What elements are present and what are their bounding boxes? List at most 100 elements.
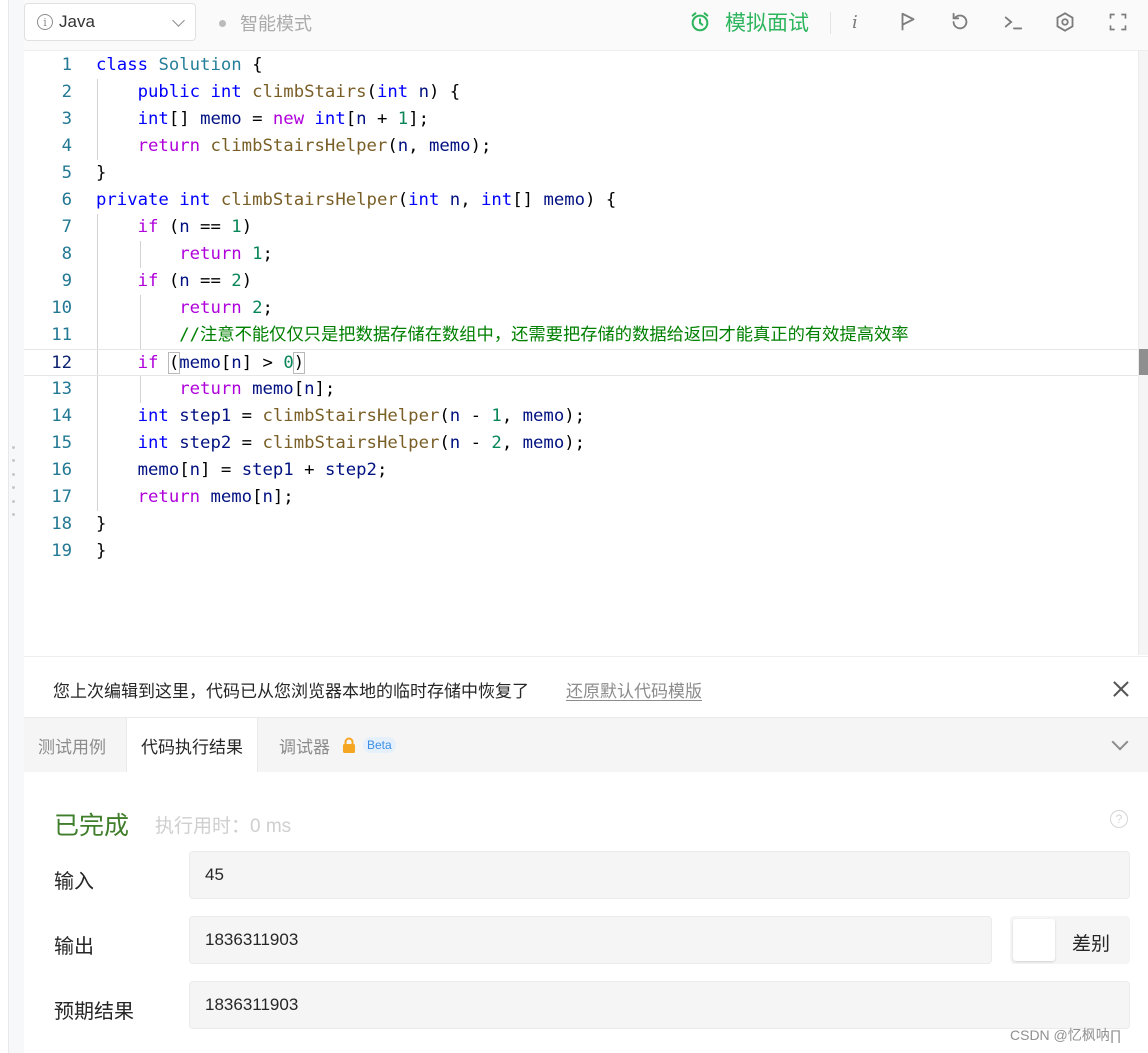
language-select[interactable]: i Java [24, 3, 196, 41]
beta-badge: Beta [363, 737, 396, 753]
smart-mode-label: 智能模式 [240, 14, 312, 34]
code-text: } [96, 163, 107, 183]
restore-default-template-link[interactable]: 还原默认代码模版 [566, 677, 702, 702]
diff-toggle[interactable]: 差别 [1010, 916, 1130, 964]
code-line: 8 return 1; [24, 241, 1138, 268]
reset-icon[interactable] [948, 10, 972, 34]
code-text: int step2 = climbStairsHelper(n - 2, mem… [137, 433, 586, 453]
output-value-field: 1836311903 [189, 916, 992, 964]
code-line: 18} [24, 511, 1138, 538]
line-number: 11 [51, 325, 72, 345]
console-tabs: 测试用例 代码执行结果 调试器 Beta [24, 717, 1148, 773]
expected-value-field: 1836311903 [189, 981, 1130, 1029]
status-dot-icon [219, 19, 226, 27]
code-line: 1 class Solution { [24, 52, 1138, 79]
code-text: int step1 = climbStairsHelper(n - 1, mem… [137, 406, 586, 426]
chevron-down-icon[interactable] [1111, 733, 1129, 751]
drag-dot [12, 446, 15, 449]
code-line: 11 //注意不能仅仅只是把数据存储在数组中，还需要把存储的数据给返回才能真正的… [24, 322, 1138, 349]
code-line: 13 return memo[n]; [24, 376, 1138, 403]
code-line: 7 if (n == 1) [24, 214, 1138, 241]
line-number: 19 [51, 541, 72, 561]
drag-dot [12, 512, 15, 516]
terminal-icon[interactable] [1001, 10, 1025, 34]
code-line: 17 return memo[n]; [24, 484, 1138, 511]
drag-dot [12, 459, 15, 463]
code-text: return climbStairsHelper(n, memo); [137, 136, 492, 156]
output-label: 输出 [54, 936, 94, 958]
code-text: return 2; [179, 298, 273, 318]
code-text: return memo[n]; [137, 487, 294, 507]
line-number: 14 [51, 406, 72, 426]
line-number: 17 [51, 487, 72, 507]
execution-time: 执行用时：0 ms [155, 816, 292, 837]
drag-dot [12, 472, 15, 476]
tab-label: 代码执行结果 [141, 738, 243, 757]
code-line: 9 if (n == 2) [24, 268, 1138, 295]
line-number: 6 [61, 190, 72, 210]
code-text: if (memo[n] > 0) [137, 352, 306, 374]
tab-debugger[interactable]: 调试器 Beta [279, 718, 396, 772]
line-number: 10 [51, 298, 72, 318]
mock-interview-label: 模拟面试 [725, 12, 809, 35]
code-editor[interactable]: 1 class Solution { 2 public int climbStai… [24, 51, 1148, 655]
code-line: 14 int step1 = climbStairsHelper(n - 1, … [24, 403, 1138, 430]
code-text: if (n == 2) [137, 271, 253, 291]
alarm-clock-icon [691, 12, 709, 32]
tab-execution-result[interactable]: 代码执行结果 [126, 718, 258, 773]
language-label: Java [59, 12, 95, 31]
drag-dot [12, 486, 15, 490]
expected-label: 预期结果 [54, 1001, 134, 1023]
code-text: if (n == 1) [137, 217, 253, 237]
tab-label: 测试用例 [38, 737, 106, 757]
status-badge: 已完成 [54, 812, 130, 840]
code-line: 2 public int climbStairs(int n) { [24, 79, 1138, 106]
code-text: return 1; [179, 244, 273, 264]
restore-notice-text: 您上次编辑到这里，代码已从您浏览器本地的临时存储中恢复了 [53, 682, 529, 701]
line-number: 12 [51, 353, 72, 373]
diff-toggle-switch[interactable] [1013, 919, 1055, 961]
code-line: 4 return climbStairsHelper(n, memo); [24, 133, 1138, 160]
csdn-watermark: CSDN @忆枫呐∏ [1010, 1027, 1122, 1043]
svg-text:i: i [852, 12, 858, 32]
code-text: } [96, 514, 107, 534]
toolbar-divider [830, 12, 831, 34]
info-icon: i [37, 14, 53, 30]
resize-handle[interactable] [12, 446, 16, 516]
lock-icon [343, 737, 355, 753]
line-number: 16 [51, 460, 72, 480]
code-text: memo[n] = step1 + step2; [137, 460, 388, 480]
code-line: 15 int step2 = climbStairsHelper(n - 2, … [24, 430, 1138, 457]
code-text: class Solution { [96, 55, 263, 75]
fullscreen-icon[interactable] [1106, 10, 1130, 34]
smart-mode-toggle[interactable]: 智能模式 [219, 10, 312, 36]
restore-notice: 您上次编辑到这里，代码已从您浏览器本地的临时存储中恢复了 还原默认代码模版 [24, 656, 1148, 717]
help-icon[interactable]: ? [1110, 810, 1128, 828]
settings-gear-icon[interactable] [1053, 10, 1077, 34]
flag-icon[interactable] [896, 10, 920, 34]
line-number: 1 [61, 55, 72, 75]
left-panel-edge [0, 0, 9, 1053]
code-line: 5} [24, 160, 1138, 187]
code-line: 16 memo[n] = step1 + step2; [24, 457, 1138, 484]
info-italic-icon[interactable]: i [844, 10, 868, 34]
chevron-down-icon [172, 14, 185, 27]
line-number: 8 [61, 244, 72, 264]
line-number: 4 [61, 136, 72, 156]
line-number: 9 [61, 271, 72, 291]
close-icon[interactable] [1113, 681, 1129, 697]
line-number: 13 [51, 379, 72, 399]
code-text: return memo[n]; [179, 379, 336, 399]
mock-interview-button[interactable]: 模拟面试 [689, 7, 809, 37]
line-number: 2 [61, 82, 72, 102]
code-line: 19} [24, 538, 1138, 565]
scrollbar-cursor-marker [1139, 349, 1148, 375]
code-workspace: i Java 智能模式 模拟面试 i 1 class Solution {2 … [24, 0, 1148, 1053]
line-number: 5 [61, 163, 72, 183]
execution-result-panel: 已完成 执行用时：0 ms ? 输入 45 输出 1836311903 差别 预… [24, 772, 1148, 1053]
line-number: 18 [51, 514, 72, 534]
code-line-active: 12 if (memo[n] > 0) [24, 349, 1138, 376]
line-number: 3 [61, 109, 72, 129]
code-text: public int climbStairs(int n) { [137, 82, 461, 102]
tab-testcase[interactable]: 测试用例 [38, 718, 106, 772]
